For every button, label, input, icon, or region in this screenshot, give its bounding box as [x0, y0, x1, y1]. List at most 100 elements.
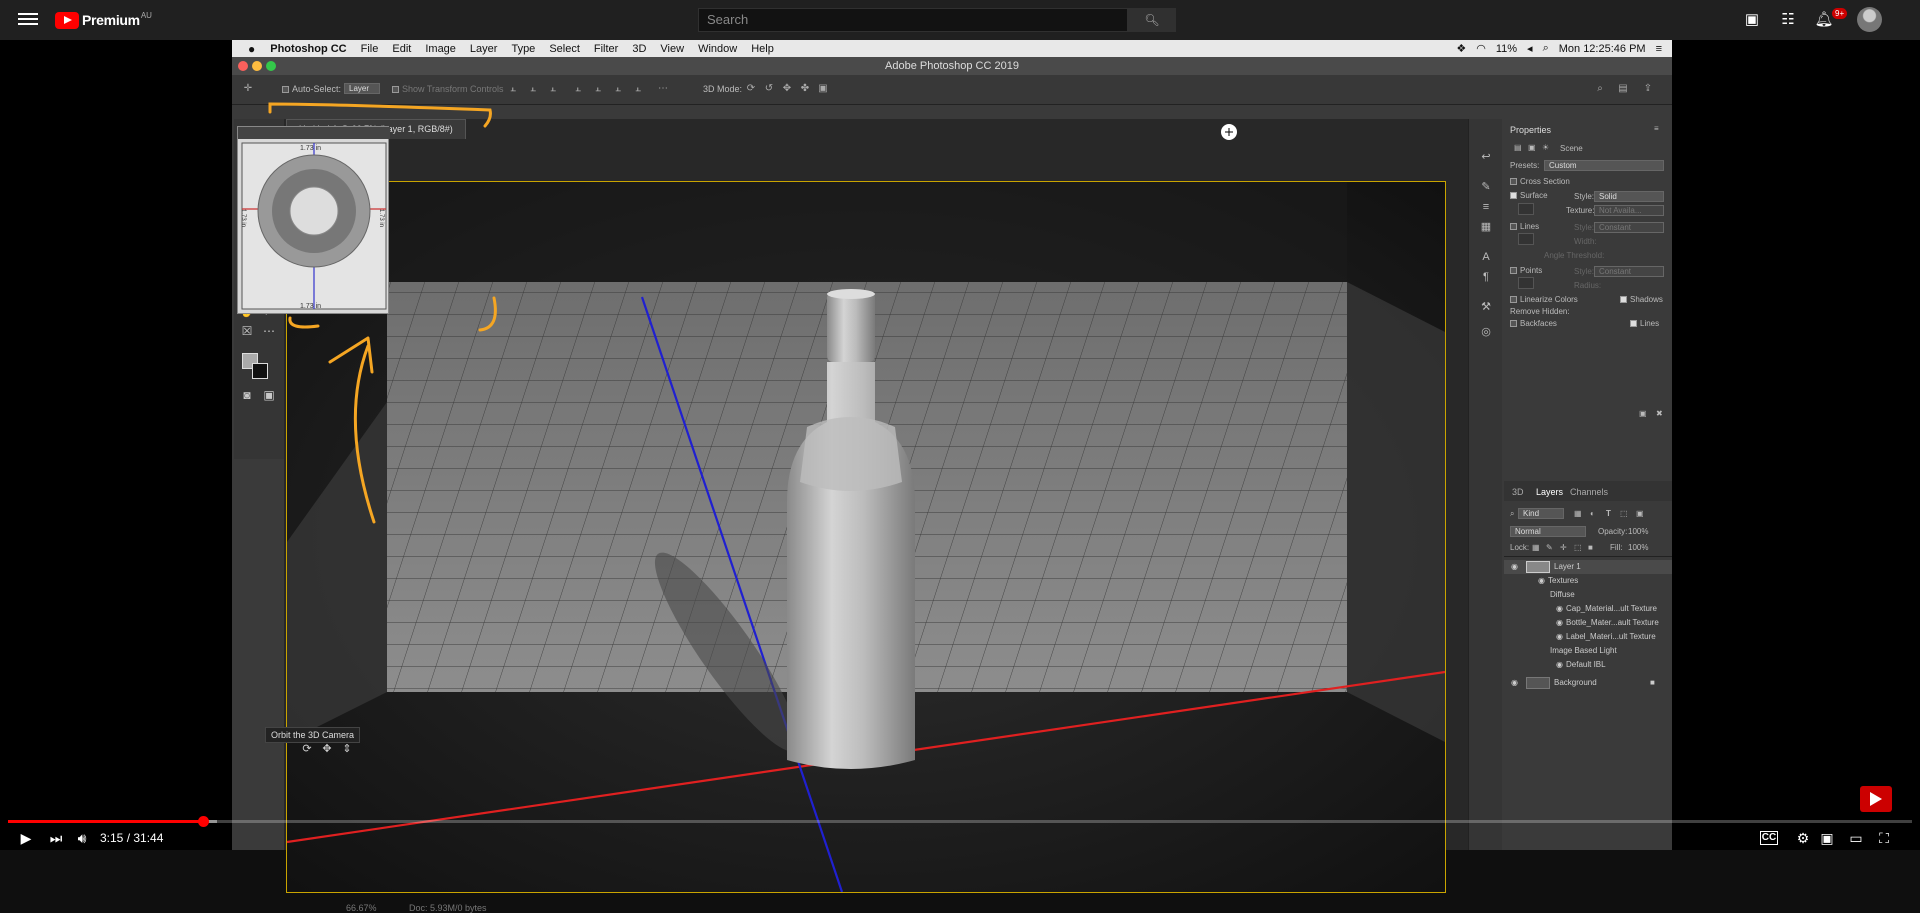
hidden-lines-checkbox: [1630, 320, 1637, 327]
background-label: Background: [1554, 678, 1597, 687]
search-input[interactable]: Search: [698, 8, 1128, 32]
progress-played: [8, 820, 203, 823]
youtube-header: Premium AU Search 🔍︎ ▣ ☷ 🔔︎ 9+: [0, 0, 1920, 40]
close-window-icon: [238, 61, 248, 71]
hamburger-menu-icon[interactable]: [18, 10, 38, 30]
layer-row-layer1: ◉ Layer 1: [1504, 560, 1672, 574]
panel-icon-strip: ↩ ✎ ≡ ▦ A ¶ ⚒ ◎: [1468, 119, 1502, 850]
captions-icon[interactable]: CC: [1760, 831, 1778, 845]
theater-mode-icon[interactable]: ▭: [1846, 828, 1866, 848]
shadows-checkbox: [1620, 296, 1627, 303]
tab-3d: 3D: [1512, 487, 1524, 497]
paragraph-panel-icon: ¶: [1483, 271, 1489, 283]
camera-tools: ⟳ ✥ ⇕: [300, 742, 354, 756]
progress-bar[interactable]: [8, 820, 1912, 823]
background-thumbnail: [1526, 677, 1550, 689]
linearize-checkbox: [1510, 296, 1517, 303]
linearize-label: Linearize Colors: [1520, 295, 1578, 304]
cross-section-label: Cross Section: [1520, 177, 1570, 186]
lines-style-dropdown: Constant: [1594, 222, 1664, 233]
lock-artboard-icon: ⬚: [1574, 543, 1582, 552]
notifications-bell-icon[interactable]: 🔔︎: [1814, 10, 1834, 30]
visibility-eye-icon: ◉: [1556, 618, 1563, 627]
kind-filter-dropdown: Kind: [1518, 508, 1564, 519]
lines-label: Lines: [1520, 222, 1540, 231]
fullscreen-icon[interactable]: ⛶: [1874, 828, 1894, 848]
visibility-eye-icon: ◉: [1511, 678, 1518, 687]
more-options-icon: ⋯: [658, 83, 668, 94]
backfaces-label: Backfaces: [1520, 319, 1557, 328]
menu-edit: Edit: [392, 42, 412, 55]
type-filter-icon: T: [1606, 509, 1611, 518]
tab-channels: Channels: [1570, 487, 1609, 497]
ruler-left-label: 1.73 in: [240, 209, 246, 228]
3d-mode-label: 3D Mode:: [703, 84, 743, 94]
play-icon[interactable]: ▶: [16, 828, 36, 848]
youtube-logo[interactable]: Premium AU: [55, 11, 152, 29]
label-texture-label: Label_Materi...ult Texture: [1566, 632, 1656, 641]
layer-row-cap-texture: ◉ Cap_Material...ult Texture: [1504, 602, 1672, 616]
quick-mask-icon: ◙: [243, 388, 251, 402]
document-size: Doc: 5.93M/0 bytes: [409, 903, 487, 913]
texture-dropdown: Not Availa...: [1594, 205, 1664, 216]
layer-row-ibl: Image Based Light: [1504, 644, 1672, 658]
shadows-label: Shadows: [1630, 295, 1663, 304]
layer-row-bottle-texture: ◉ Bottle_Mater...ault Texture: [1504, 616, 1672, 630]
transform-controls-checkbox: [392, 86, 399, 93]
orbit-camera-icon: ⟳: [302, 743, 312, 755]
menu-3d: 3D: [632, 42, 647, 55]
character-panel-icon: A: [1482, 251, 1490, 263]
volume-icon[interactable]: 🔊︎: [72, 828, 92, 848]
tab-layers: Layers: [1536, 487, 1564, 497]
angle-threshold-label: Angle Threshold:: [1544, 251, 1605, 260]
logo-region: AU: [140, 11, 152, 20]
canvas-area: Untitled-1 @ 66.7% (Layer 1, RGB/8#): [284, 119, 1469, 913]
properties-panel: Properties ≡ ▤ ▣ ☀ Scene Presets: Custom…: [1504, 119, 1672, 479]
auto-select-checkbox: [282, 86, 289, 93]
apps-grid-icon[interactable]: ☷: [1778, 10, 1798, 30]
volume-icon: ◂: [1527, 43, 1533, 55]
menu-help: Help: [751, 42, 774, 55]
scene-tab-icon: ▤: [1514, 143, 1522, 152]
next-video-icon[interactable]: ⏭︎: [46, 828, 66, 848]
create-video-icon[interactable]: ▣: [1742, 10, 1762, 30]
menu-window: Window: [698, 42, 738, 55]
menu-select: Select: [549, 42, 580, 55]
bottle-texture-label: Bottle_Mater...ault Texture: [1566, 618, 1659, 627]
zoom-window-icon: [266, 61, 276, 71]
youtube-play-logo-icon: [55, 11, 79, 29]
lines-color-swatch: [1518, 233, 1534, 245]
move-tool-icon: ✛: [243, 83, 253, 94]
spotlight-icon: ⌕: [1542, 42, 1549, 54]
orbit-3d-icon: ⟳: [746, 83, 756, 94]
surface-style-label: Style:: [1574, 192, 1595, 201]
layer-row-background: ◉ Background ■: [1504, 676, 1672, 690]
scale-3d-icon: ▣: [818, 83, 828, 94]
search-button[interactable]: 🔍︎: [1128, 8, 1176, 32]
options-bar: ✛ Auto-Select: Layer Show Transform Cont…: [232, 75, 1672, 105]
auto-select-dropdown: Layer: [344, 83, 380, 94]
ruler-bottom-label: 1.73 in: [300, 303, 322, 310]
apple-icon: ●: [248, 41, 256, 56]
lock-transparent-icon: ▦: [1532, 543, 1540, 552]
settings-gear-icon[interactable]: ⚙: [1793, 828, 1813, 848]
layers-divider: [1504, 556, 1672, 557]
pan-3d-icon: ✥: [782, 83, 792, 94]
search-icon: 🔍︎: [1144, 13, 1160, 27]
app-name: Photoshop CC: [270, 42, 347, 55]
navigator-panel: 1.73 in 1.73 in 1.73 in 1.73 in: [237, 126, 390, 314]
logo-text: Premium: [82, 12, 140, 28]
3d-panel-icon: ◎: [1481, 326, 1491, 338]
visibility-eye-icon: ◉: [1511, 562, 1518, 571]
visibility-eye-icon: ◉: [1538, 576, 1545, 585]
subscribe-watermark[interactable]: [1860, 786, 1892, 812]
progress-scrubber[interactable]: [197, 816, 209, 827]
align-middle-icon: ⫠: [594, 83, 602, 94]
ruler-right-label: 1.73 in: [378, 209, 384, 228]
align-center-icon: ⫠: [529, 83, 537, 94]
miniplayer-icon[interactable]: ▣: [1817, 828, 1837, 848]
points-style-label: Style:: [1574, 267, 1595, 276]
presets-label: Presets:: [1510, 161, 1540, 170]
avatar[interactable]: [1857, 7, 1882, 32]
pixel-filter-icon: ▦: [1574, 509, 1582, 518]
